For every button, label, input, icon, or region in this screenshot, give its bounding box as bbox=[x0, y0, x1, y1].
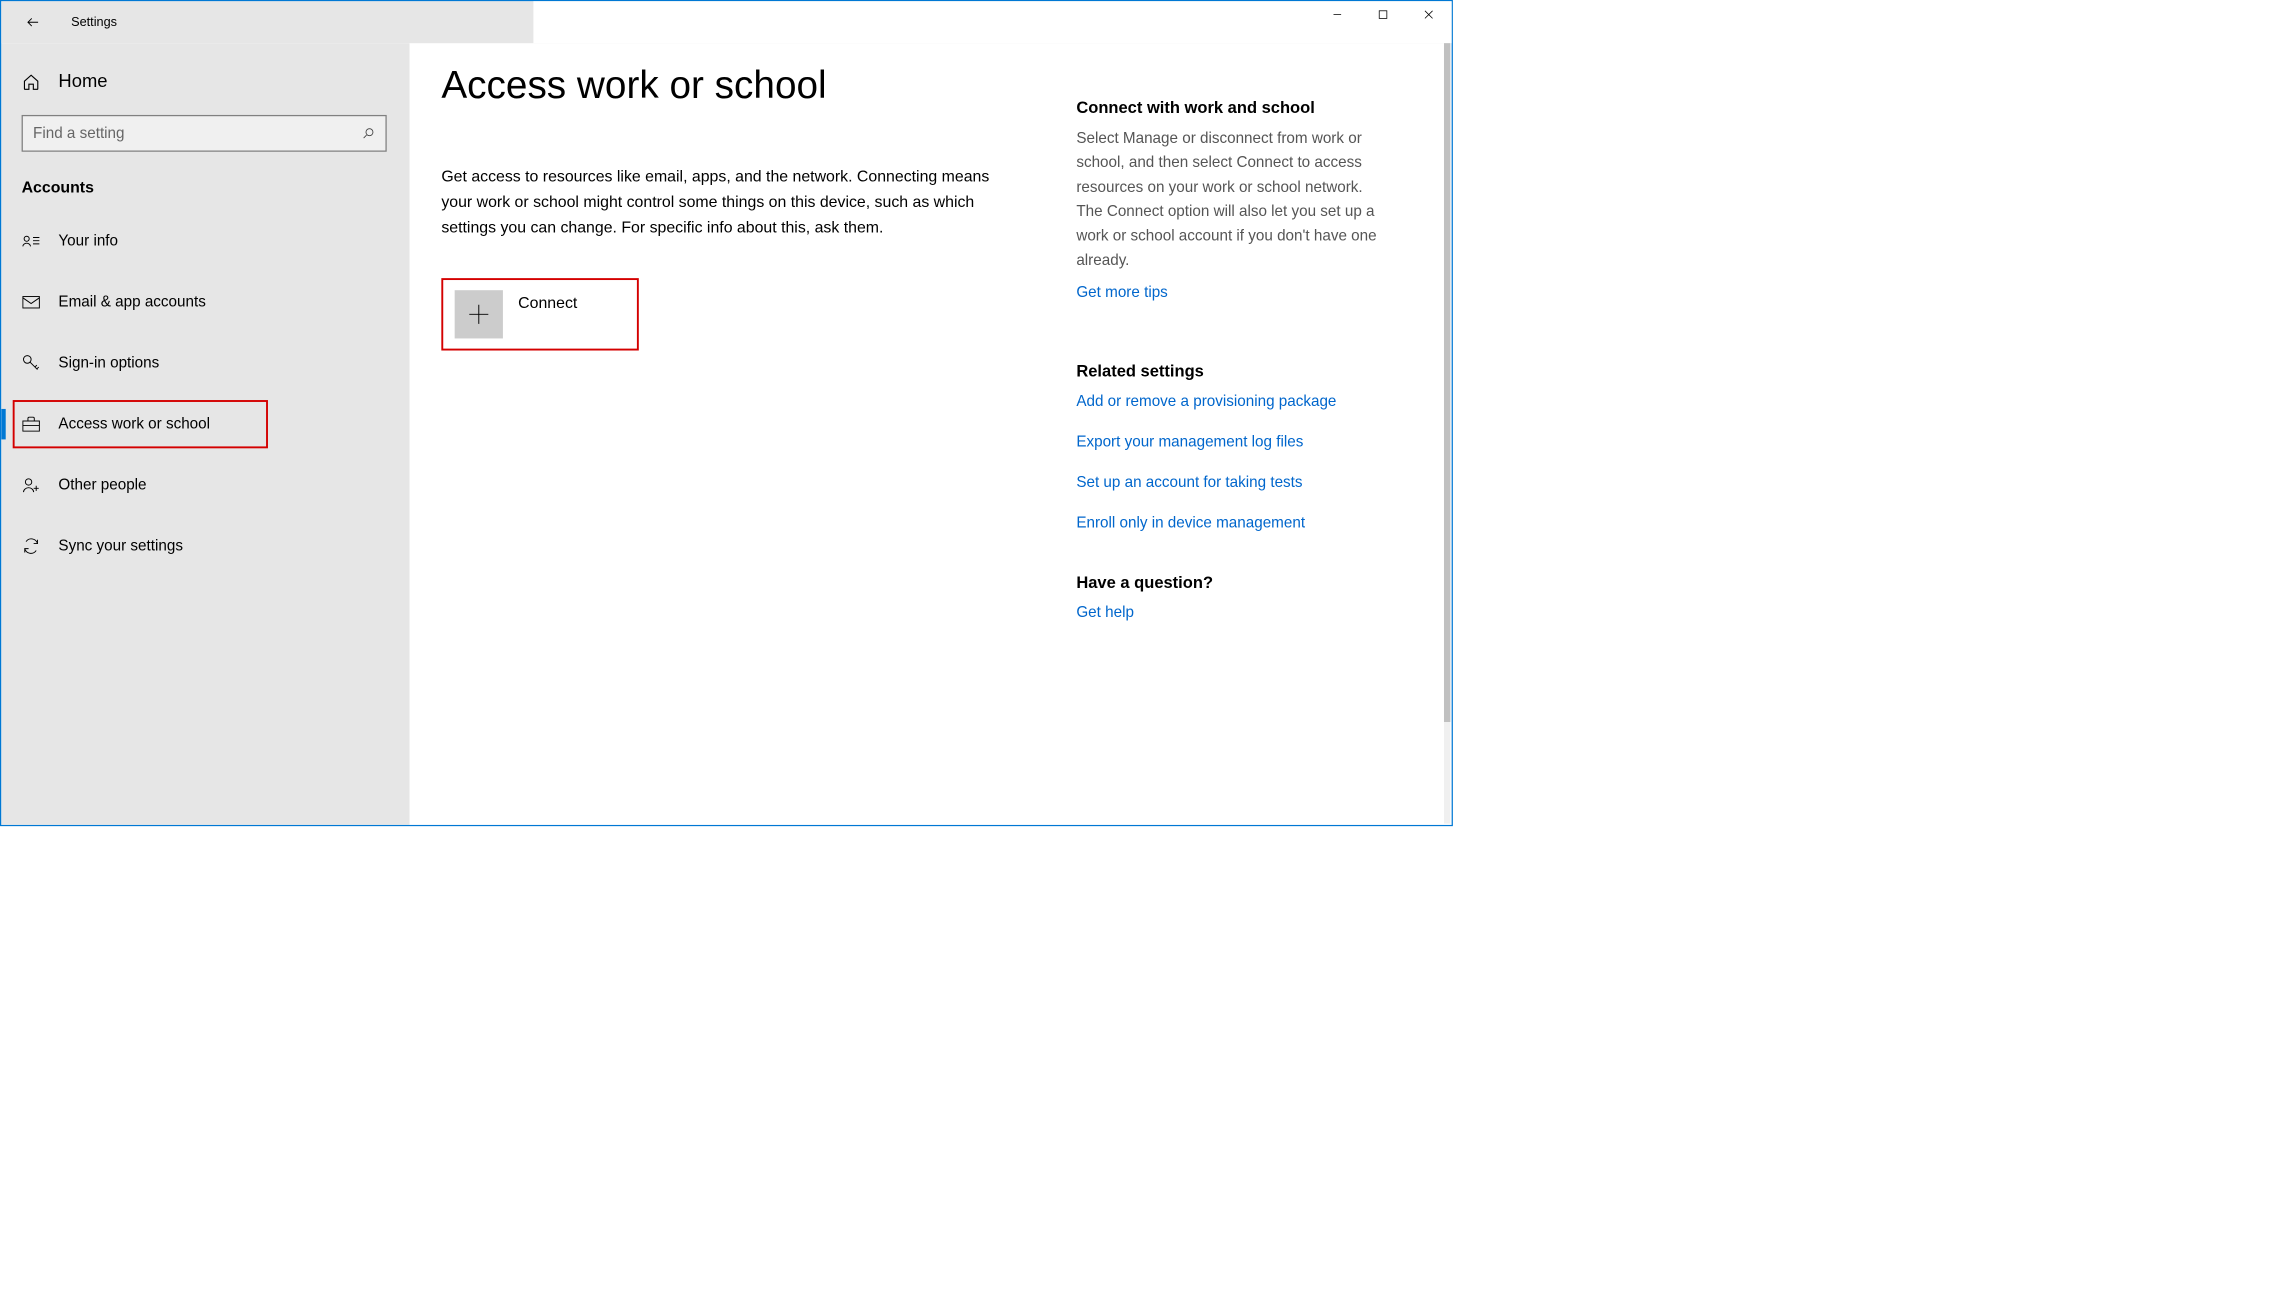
right-heading-connect: Connect with work and school bbox=[1076, 98, 1381, 118]
search-input[interactable] bbox=[33, 124, 355, 142]
connect-button[interactable]: Connect bbox=[441, 278, 638, 350]
sidebar-item-sync-settings[interactable]: Sync your settings bbox=[1, 516, 409, 577]
link-get-more-tips[interactable]: Get more tips bbox=[1076, 282, 1381, 305]
sidebar-item-other-people[interactable]: Other people bbox=[1, 455, 409, 516]
sidebar-item-label: Your info bbox=[58, 232, 118, 250]
sidebar-item-label: Sync your settings bbox=[58, 537, 183, 555]
sidebar-category: Accounts bbox=[22, 178, 410, 196]
main-content: Access work or school Get access to reso… bbox=[410, 43, 1452, 825]
plus-icon bbox=[455, 290, 503, 338]
person-add-icon bbox=[22, 476, 41, 495]
scrollbar[interactable] bbox=[1444, 43, 1450, 823]
close-button[interactable] bbox=[1406, 1, 1452, 28]
close-icon bbox=[1424, 10, 1434, 20]
sidebar-home[interactable]: Home bbox=[22, 62, 410, 101]
back-button[interactable] bbox=[20, 10, 45, 35]
sidebar-nav-list: Your info Email & app accounts Sign-in o… bbox=[1, 211, 409, 577]
page-title: Access work or school bbox=[441, 62, 1019, 106]
sidebar-item-access-work-school[interactable]: Access work or school bbox=[1, 394, 409, 455]
sidebar-home-label: Home bbox=[58, 71, 107, 92]
maximize-button[interactable] bbox=[1360, 1, 1406, 28]
sidebar-item-label: Other people bbox=[58, 476, 146, 494]
key-icon bbox=[22, 354, 41, 373]
sidebar: Home Accounts Your info Email & app acco… bbox=[1, 43, 409, 825]
minimize-icon bbox=[1332, 10, 1342, 20]
scrollbar-thumb[interactable] bbox=[1444, 43, 1450, 722]
minimize-button[interactable] bbox=[1314, 1, 1360, 28]
briefcase-icon bbox=[22, 415, 41, 434]
titlebar: Settings bbox=[1, 1, 1451, 43]
search-box[interactable] bbox=[22, 115, 387, 152]
right-heading-question: Have a question? bbox=[1076, 573, 1381, 593]
sync-icon bbox=[22, 537, 41, 556]
sidebar-item-label: Email & app accounts bbox=[58, 293, 205, 311]
home-icon bbox=[22, 72, 41, 91]
right-desc-connect: Select Manage or disconnect from work or… bbox=[1076, 126, 1381, 272]
link-get-help[interactable]: Get help bbox=[1076, 602, 1381, 625]
person-card-icon bbox=[22, 232, 41, 251]
search-icon bbox=[361, 126, 375, 140]
page-description: Get access to resources like email, apps… bbox=[441, 164, 1000, 240]
maximize-icon bbox=[1378, 10, 1388, 20]
connect-label: Connect bbox=[518, 294, 577, 312]
sidebar-item-your-info[interactable]: Your info bbox=[1, 211, 409, 272]
right-heading-related: Related settings bbox=[1076, 362, 1381, 382]
arrow-left-icon bbox=[25, 15, 40, 30]
app-title: Settings bbox=[71, 15, 117, 30]
link-provisioning-package[interactable]: Add or remove a provisioning package bbox=[1076, 390, 1381, 413]
link-export-logs[interactable]: Export your management log files bbox=[1076, 431, 1381, 454]
link-enroll-device-mgmt[interactable]: Enroll only in device management bbox=[1076, 512, 1381, 535]
link-taking-tests[interactable]: Set up an account for taking tests bbox=[1076, 471, 1381, 494]
sidebar-item-signin-options[interactable]: Sign-in options bbox=[1, 333, 409, 394]
sidebar-item-email-accounts[interactable]: Email & app accounts bbox=[1, 272, 409, 333]
right-panel: Connect with work and school Select Mana… bbox=[1076, 62, 1381, 825]
sidebar-item-label: Sign-in options bbox=[58, 354, 159, 372]
sidebar-item-label: Access work or school bbox=[58, 415, 210, 433]
mail-icon bbox=[22, 293, 41, 312]
window-controls bbox=[533, 1, 1451, 43]
